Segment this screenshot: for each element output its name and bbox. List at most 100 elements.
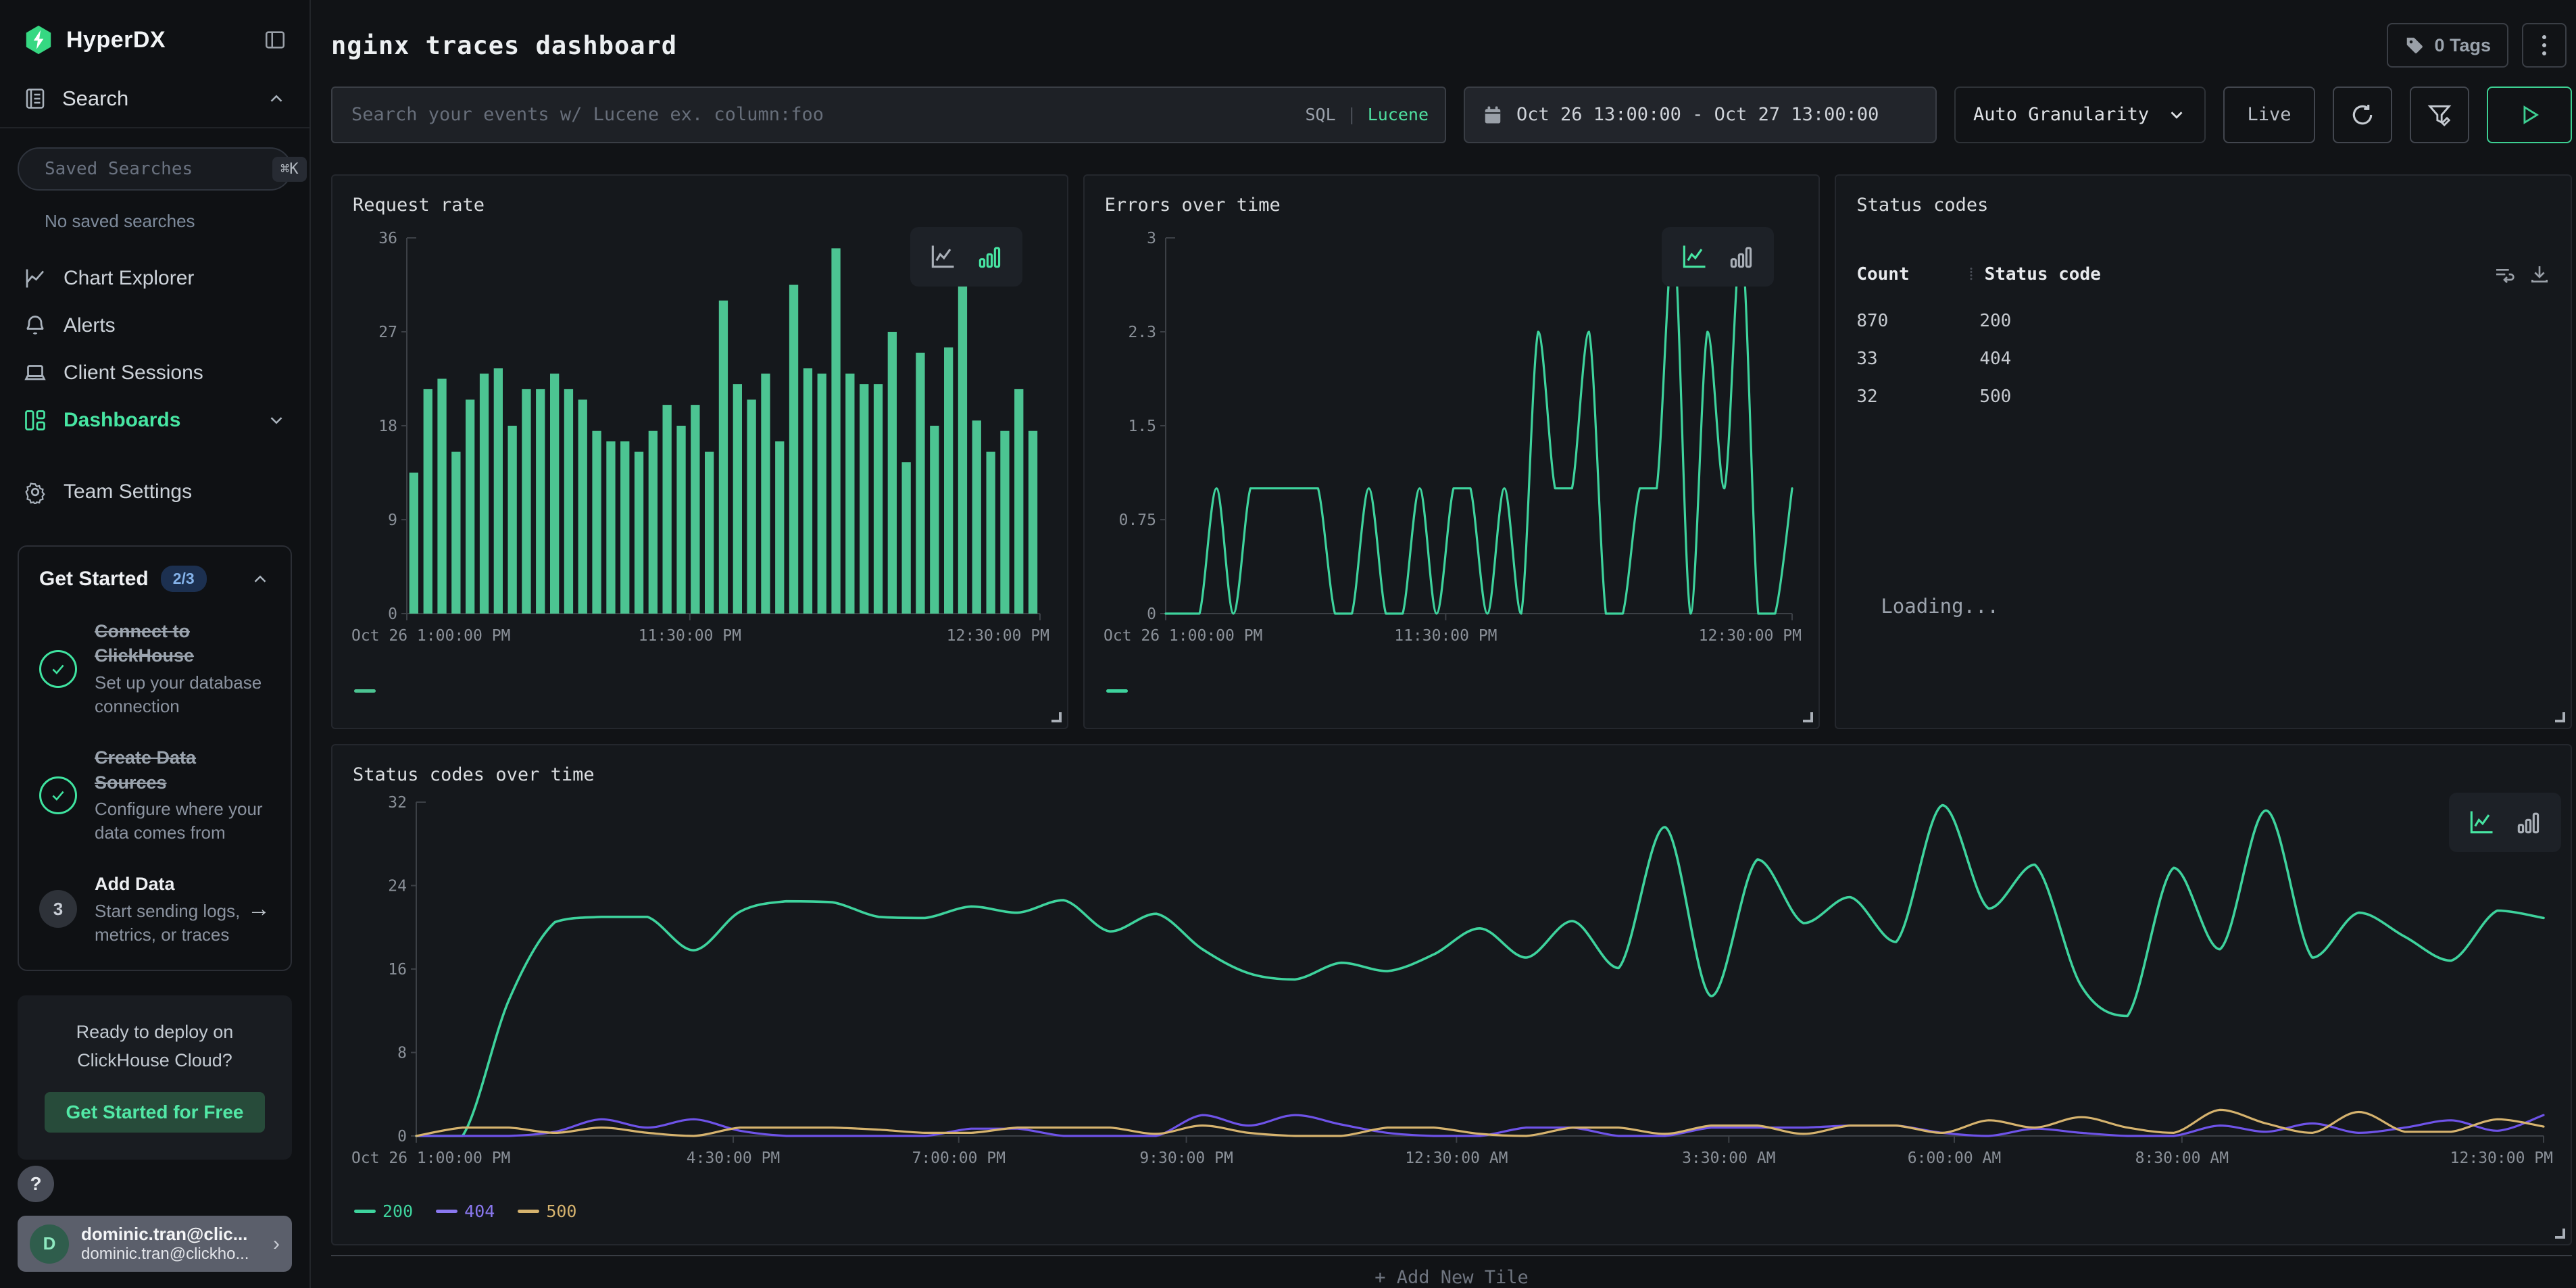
sidebar-collapse-icon[interactable] — [264, 28, 287, 51]
table-row[interactable]: 870 200 — [1856, 311, 2550, 331]
table-row[interactable]: 33 404 — [1856, 349, 2550, 369]
filter-button[interactable] — [2410, 86, 2469, 143]
resize-handle[interactable] — [2555, 1229, 2565, 1239]
table-row[interactable]: 32 500 — [1856, 387, 2550, 407]
tags-button[interactable]: 0 Tags — [2387, 23, 2508, 68]
column-resize-handle[interactable]: ⁞ — [1968, 264, 1973, 284]
cell-status-code: 404 — [1979, 349, 2011, 369]
chart-legend — [354, 689, 376, 693]
panel-title: Request rate — [353, 195, 485, 216]
shortcut-badge: ⌘K — [272, 157, 307, 182]
line-chart-icon[interactable] — [928, 242, 958, 272]
svg-text:0.75: 0.75 — [1118, 512, 1156, 529]
svg-text:Oct 26 1:00:00 PM: Oct 26 1:00:00 PM — [351, 1149, 510, 1167]
user-menu[interactable]: D dominic.tran@clic... dominic.tran@clic… — [18, 1216, 292, 1272]
saved-searches-input[interactable]: ⌘K — [18, 147, 292, 191]
language-separator: | — [1347, 105, 1357, 124]
clickhouse-cloud-card: Ready to deploy on ClickHouse Cloud? Get… — [18, 995, 292, 1160]
panel-title: Status codes — [1856, 195, 1988, 216]
errors-over-time-chart[interactable]: 32.31.50.750Oct 26 1:00:00 PM11:30:00 PM… — [1101, 230, 1803, 647]
step-title: Add Data — [95, 872, 241, 896]
svg-text:16: 16 — [388, 961, 407, 979]
svg-text:Oct 26 1:00:00 PM: Oct 26 1:00:00 PM — [1104, 627, 1262, 645]
svg-text:24: 24 — [388, 878, 407, 895]
refresh-button[interactable] — [2333, 86, 2392, 143]
step-title: Connect to ClickHouse — [95, 619, 270, 668]
help-button[interactable]: ? — [18, 1166, 54, 1202]
column-header-count[interactable]: Count — [1856, 264, 1968, 284]
bar-chart-icon[interactable] — [1727, 242, 1756, 272]
chevron-up-icon[interactable] — [250, 569, 270, 589]
search-section-icon — [23, 86, 47, 111]
live-button[interactable]: Live — [2223, 86, 2315, 143]
legend-item[interactable] — [354, 689, 376, 693]
cell-count: 33 — [1856, 349, 1979, 369]
resize-handle[interactable] — [2555, 712, 2565, 722]
user-email-secondary: dominic.tran@clickho... — [81, 1245, 249, 1264]
chart-type-toggle[interactable] — [1662, 227, 1774, 287]
legend-item[interactable]: 404 — [436, 1202, 495, 1221]
get-started-step-1[interactable]: Connect to ClickHouse Set up your databa… — [39, 619, 270, 718]
sidebar-item-label: Team Settings — [64, 480, 192, 503]
column-header-status-code[interactable]: Status code — [1985, 264, 2101, 284]
calendar-icon — [1483, 104, 1503, 126]
sidebar-item-team-settings[interactable]: Team Settings — [0, 468, 309, 516]
sidebar-item-label: Chart Explorer — [64, 267, 194, 290]
svg-text:11:30:00 PM: 11:30:00 PM — [1394, 627, 1497, 645]
sidebar-item-dashboards[interactable]: Dashboards — [0, 397, 309, 444]
refresh-icon — [2350, 102, 2375, 128]
sql-toggle[interactable]: SQL — [1305, 105, 1335, 124]
get-started-free-button[interactable]: Get Started for Free — [45, 1092, 265, 1133]
bar-chart-icon[interactable] — [975, 242, 1005, 272]
legend-item[interactable]: 200 — [354, 1202, 413, 1221]
event-search-input[interactable] — [338, 104, 1305, 125]
legend-item[interactable] — [1106, 689, 1128, 693]
svg-text:32: 32 — [388, 794, 407, 812]
download-icon[interactable] — [2529, 264, 2550, 285]
svg-text:27: 27 — [378, 324, 397, 341]
lucene-toggle[interactable]: Lucene — [1368, 105, 1429, 124]
sidebar-item-client-sessions[interactable]: Client Sessions — [0, 349, 309, 397]
sidebar-item-label: Dashboards — [64, 409, 180, 432]
sidebar-section-search[interactable]: Search — [0, 62, 309, 127]
legend-item[interactable]: 500 — [518, 1202, 576, 1221]
get-started-step-3[interactable]: 3 Add Data Start sending logs, metrics, … — [39, 872, 270, 947]
svg-text:9:30:00 PM: 9:30:00 PM — [1139, 1149, 1233, 1167]
add-new-tile-button[interactable]: + Add New Tile — [331, 1255, 2572, 1288]
svg-text:8:30:00 AM: 8:30:00 AM — [2135, 1149, 2229, 1167]
search-section-label: Search — [62, 86, 128, 111]
sidebar-item-alerts[interactable]: Alerts — [0, 302, 309, 349]
resize-handle[interactable] — [1051, 712, 1062, 722]
get-started-progress-badge: 2/3 — [161, 566, 207, 592]
sidebar-item-chart-explorer[interactable]: Chart Explorer — [0, 255, 309, 302]
dashboards-icon — [23, 408, 47, 432]
get-started-step-2[interactable]: Create Data Sources Configure where your… — [39, 745, 270, 845]
svg-text:36: 36 — [378, 230, 397, 247]
svg-text:0: 0 — [1147, 605, 1156, 623]
chart-type-toggle[interactable] — [2449, 793, 2561, 852]
run-query-button[interactable] — [2487, 86, 2572, 143]
chevron-down-icon[interactable] — [266, 410, 287, 430]
request-rate-chart[interactable]: 36271890Oct 26 1:00:00 PM11:30:00 PM12:3… — [349, 230, 1051, 647]
bar-chart-icon[interactable] — [2514, 808, 2544, 837]
line-chart-icon[interactable] — [2467, 808, 2496, 837]
event-search-box[interactable]: SQL | Lucene — [331, 86, 1446, 143]
chevron-up-icon[interactable] — [266, 89, 287, 109]
granularity-select[interactable]: Auto Granularity — [1954, 86, 2206, 143]
wrap-lines-icon[interactable] — [2494, 264, 2515, 285]
status-codes-table-header: Count ⁞ Status code — [1856, 264, 2550, 285]
chart-type-toggle[interactable] — [910, 227, 1022, 287]
svg-text:11:30:00 PM: 11:30:00 PM — [639, 627, 741, 645]
play-icon — [2518, 103, 2541, 126]
date-range-picker[interactable]: Oct 26 13:00:00 - Oct 27 13:00:00 — [1464, 86, 1937, 143]
resize-handle[interactable] — [1803, 712, 1813, 722]
svg-text:Oct 26 1:00:00 PM: Oct 26 1:00:00 PM — [351, 627, 510, 645]
line-chart-icon[interactable] — [1679, 242, 1709, 272]
saved-searches-field[interactable] — [45, 159, 272, 179]
cell-count: 32 — [1856, 387, 1979, 407]
dashboard-menu-button[interactable] — [2522, 23, 2567, 68]
status-codes-over-time-chart[interactable]: 32241680Oct 26 1:00:00 PM4:30:00 PM7:00:… — [349, 794, 2554, 1170]
avatar: D — [30, 1224, 69, 1264]
tag-icon — [2404, 35, 2425, 55]
page-title: nginx traces dashboard — [331, 31, 677, 60]
